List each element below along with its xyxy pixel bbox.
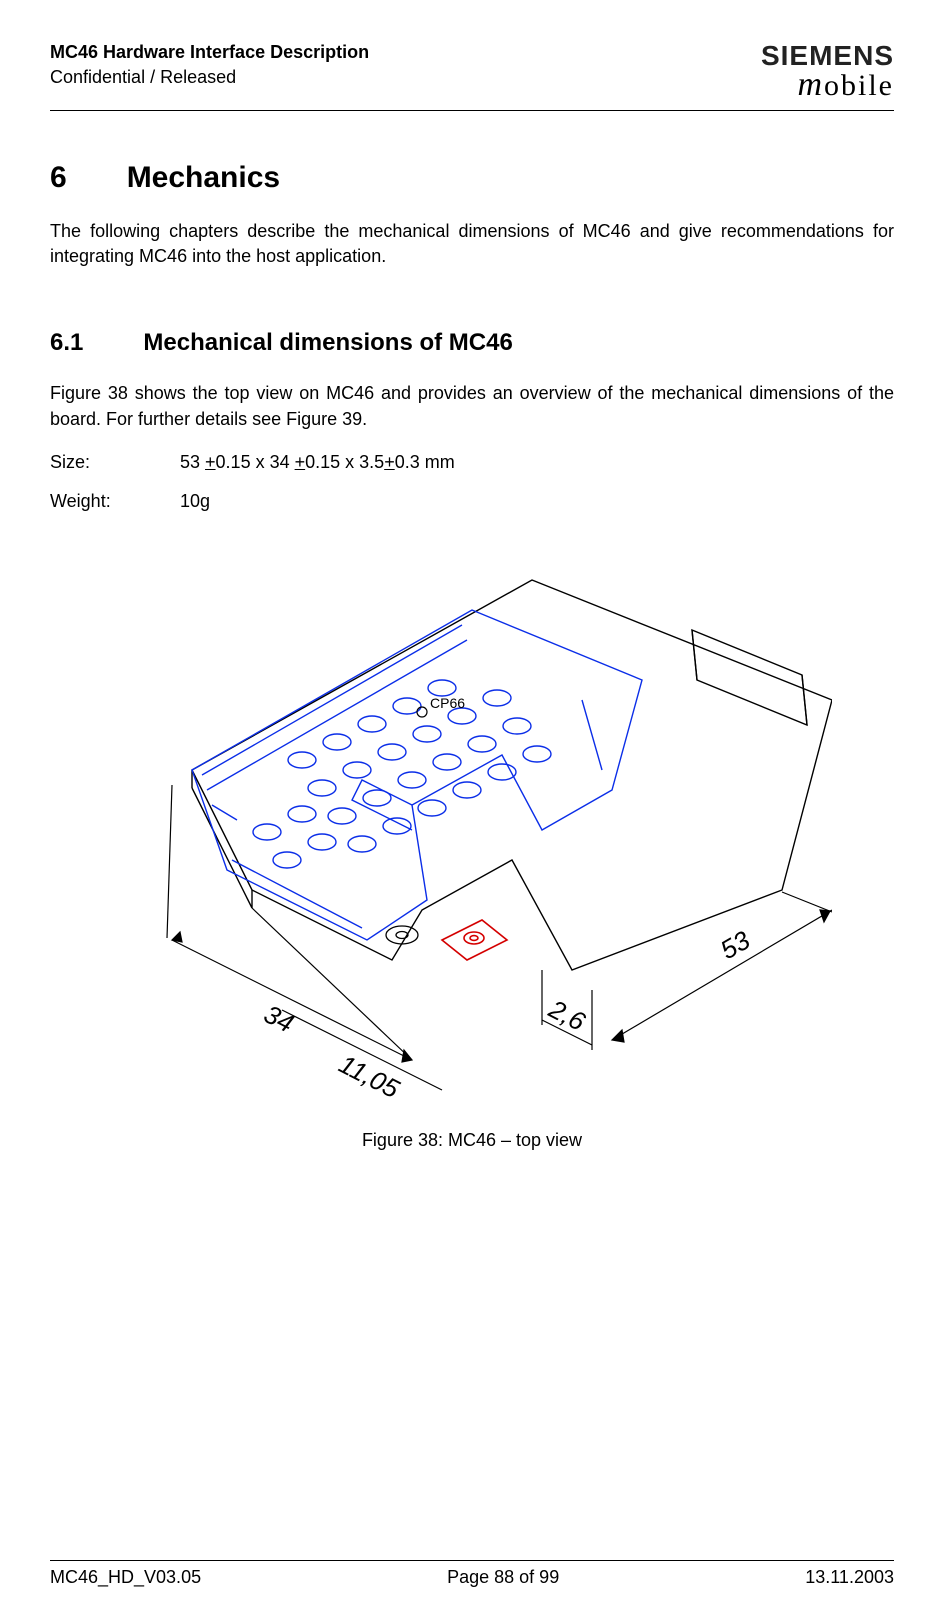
brand-logo: SIEMENS mobile [761, 40, 894, 104]
cp66-marker: CP66 [417, 695, 465, 717]
footer-right: 13.11.2003 [805, 1567, 894, 1588]
section-heading: 6 Mechanics [50, 161, 894, 195]
spec-weight: Weight: 10g [50, 491, 894, 512]
section-intro: The following chapters describe the mech… [50, 219, 894, 269]
subsection-title: Mechanical dimensions of MC46 [143, 329, 512, 357]
spec-weight-value: 10g [180, 491, 210, 512]
spec-weight-label: Weight: [50, 491, 180, 512]
subsection-heading: 6.1 Mechanical dimensions of MC46 [50, 329, 894, 357]
cp66-label: CP66 [430, 695, 465, 711]
antenna-connector-icon [442, 920, 507, 960]
footer-center: Page 88 of 99 [447, 1567, 559, 1588]
section-title: Mechanics [127, 161, 280, 195]
doc-header: MC46 Hardware Interface Description Conf… [50, 40, 894, 111]
figure-caption: Figure 38: MC46 – top view [362, 1130, 582, 1151]
section-number: 6 [50, 161, 67, 195]
figure-drawing: CP66 [112, 540, 832, 1100]
doc-subtitle: Confidential / Released [50, 65, 369, 90]
pads-icon [253, 680, 551, 868]
spec-size-value: 53 +0.15 x 34 +0.15 x 3.5+0.3 mm [180, 452, 455, 473]
doc-footer: MC46_HD_V03.05 Page 88 of 99 13.11.2003 [50, 1560, 894, 1588]
dim-34: 34 [259, 998, 298, 1038]
subsection-number: 6.1 [50, 329, 83, 357]
dim-2-6: 2,6 [543, 993, 590, 1037]
footer-left: MC46_HD_V03.05 [50, 1567, 201, 1588]
doc-title: MC46 Hardware Interface Description [50, 40, 369, 65]
spec-size-label: Size: [50, 452, 180, 473]
spec-size: Size: 53 +0.15 x 34 +0.15 x 3.5+0.3 mm [50, 452, 894, 473]
dim-11-05: 11,05 [334, 1048, 404, 1099]
subsection-intro: Figure 38 shows the top view on MC46 and… [50, 381, 894, 431]
